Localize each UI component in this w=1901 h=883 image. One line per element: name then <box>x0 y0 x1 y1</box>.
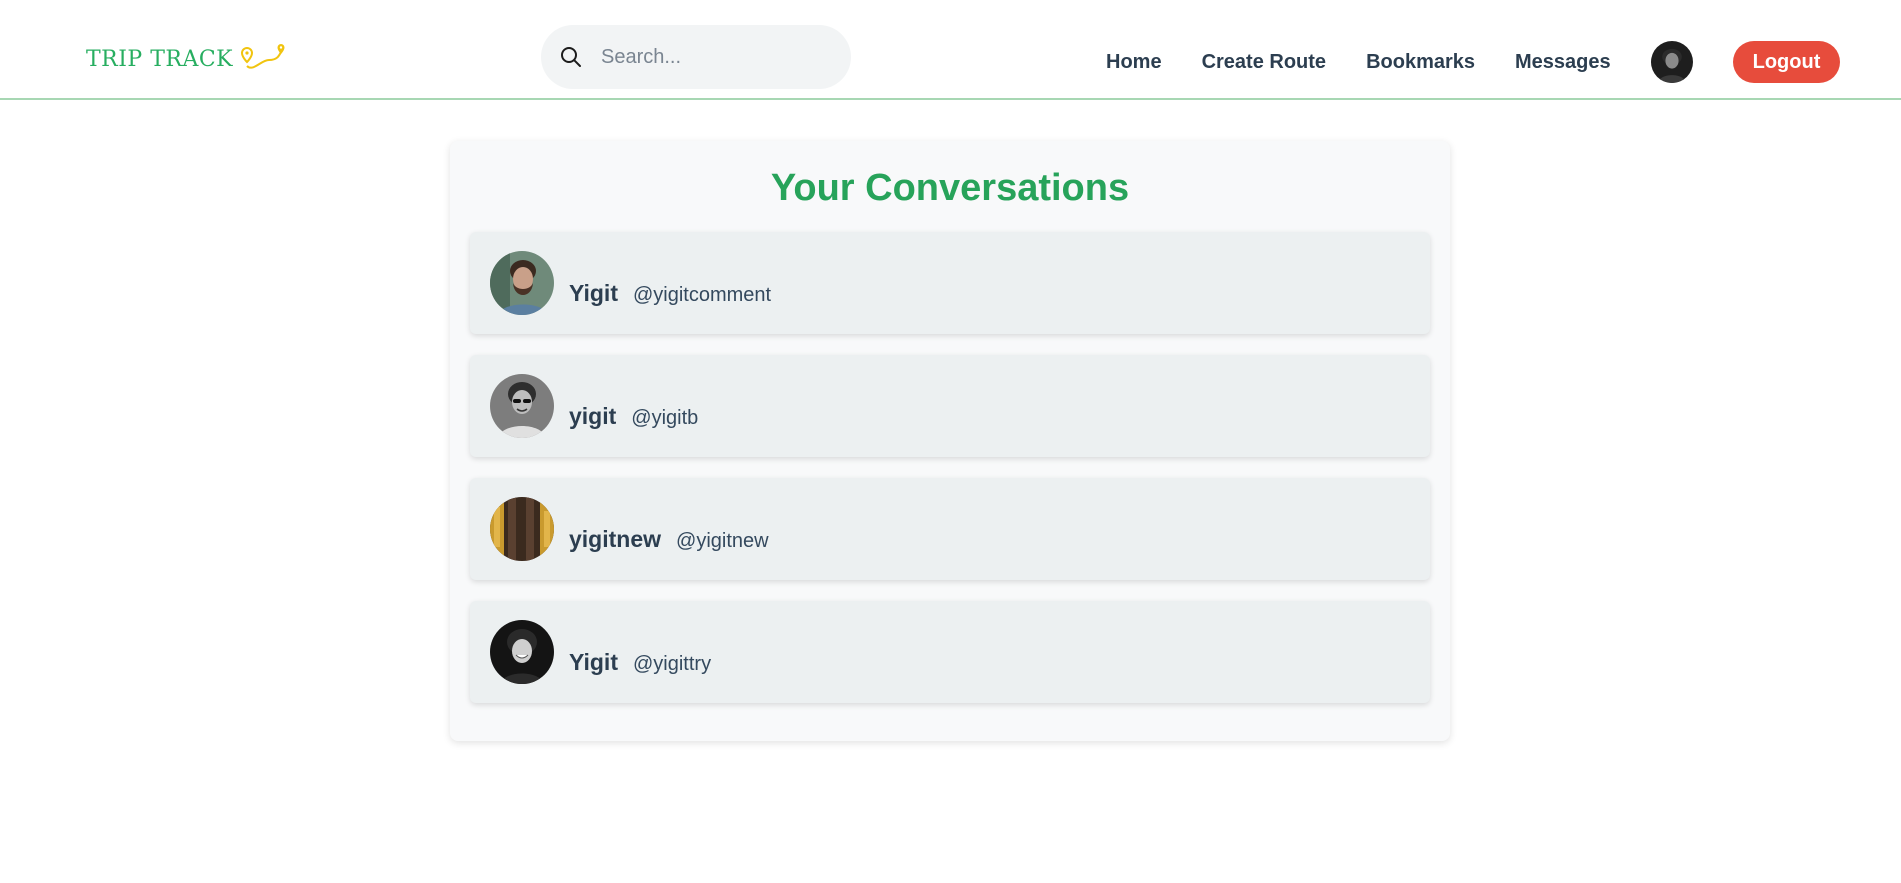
conversations-panel: Your Conversations Yigit @yigitcomment y… <box>450 141 1450 741</box>
contact-handle: @yigittry <box>632 652 712 675</box>
search-input[interactable] <box>601 45 831 69</box>
conversation-list: Yigit @yigitcomment yigit @yigitb yigitn… <box>470 232 1430 724</box>
logout-button[interactable]: Logout <box>1732 41 1841 83</box>
contact-handle: @yigitb <box>631 406 699 429</box>
conversation-item[interactable]: yigit @yigitb <box>470 355 1430 457</box>
contact-name: yigit <box>569 402 617 429</box>
conversation-item[interactable]: yigitnew @yigitnew <box>470 478 1430 580</box>
contact-name: yigitnew <box>569 525 662 552</box>
top-navbar: TRIP TRACK Home Create Route Bookmarks M… <box>0 0 1901 100</box>
bearded-man-avatar-icon <box>490 251 554 315</box>
page-title: Your Conversations <box>770 167 1130 209</box>
avatar <box>490 497 554 561</box>
contact-handle: @yigitnew <box>676 529 769 552</box>
nav-home-link[interactable]: Home <box>1106 51 1162 74</box>
search-icon[interactable] <box>559 45 583 69</box>
main-nav: Home Create Route Bookmarks Messages Log… <box>1106 41 1841 83</box>
conversation-text: Yigit @yigittry <box>569 649 711 676</box>
nav-messages-link[interactable]: Messages <box>1515 51 1611 74</box>
brand-name: TRIP TRACK <box>86 46 234 72</box>
smiling-man-avatar-icon <box>490 620 554 684</box>
profile-avatar[interactable] <box>1650 41 1693 83</box>
avatar <box>490 374 554 438</box>
contact-name: Yigit <box>569 648 618 675</box>
search-bar <box>541 25 851 89</box>
avatar <box>490 251 554 315</box>
conversation-text: yigitnew @yigitnew <box>569 526 769 553</box>
brand-logo[interactable]: TRIP TRACK <box>86 44 287 74</box>
contact-handle: @yigitcomment <box>632 283 772 306</box>
nav-bookmarks-link[interactable]: Bookmarks <box>1366 51 1475 74</box>
user-avatar-icon <box>1650 41 1693 83</box>
conversation-text: Yigit @yigitcomment <box>569 280 771 307</box>
contact-name: Yigit <box>569 279 618 306</box>
conversation-text: yigit @yigitb <box>569 403 698 430</box>
nav-create-route-link[interactable]: Create Route <box>1202 51 1326 74</box>
avatar <box>490 620 554 684</box>
conversation-item[interactable]: Yigit @yigitcomment <box>470 232 1430 334</box>
conversation-item[interactable]: Yigit @yigittry <box>470 601 1430 703</box>
forest-photo-avatar-icon <box>490 497 554 561</box>
route-pin-icon <box>241 44 285 69</box>
sunglasses-man-avatar-icon <box>490 374 554 438</box>
